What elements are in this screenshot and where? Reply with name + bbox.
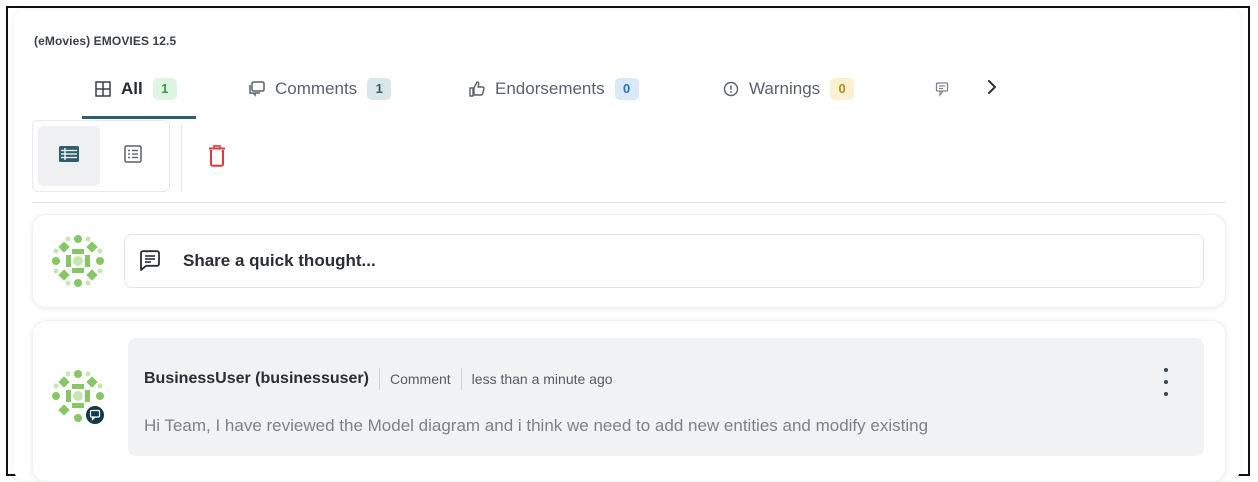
- section-divider: [32, 202, 1226, 203]
- tab-overflow[interactable]: [934, 70, 961, 108]
- activity-tabs: All 1 Comments 1 Endorsements 0 Warnings…: [0, 70, 1020, 120]
- tab-endorsements-count: 0: [614, 78, 639, 100]
- dot: [1164, 368, 1168, 372]
- comment-type: Comment: [389, 371, 451, 387]
- active-tab-indicator: [82, 116, 196, 119]
- grid-icon: [94, 80, 112, 98]
- current-user-avatar: [50, 233, 106, 289]
- toolbar-divider: [181, 124, 182, 192]
- quick-thought-input[interactable]: Share a quick thought...: [124, 234, 1204, 288]
- warning-icon: [722, 80, 740, 98]
- thumbs-up-icon: [468, 80, 486, 98]
- tab-endorsements[interactable]: Endorsements 0: [468, 70, 639, 108]
- tab-endorsements-label: Endorsements: [495, 79, 605, 98]
- compact-view-button[interactable]: [102, 126, 164, 186]
- comment-more-options-button[interactable]: [1158, 368, 1174, 396]
- tab-all-count: 1: [152, 78, 177, 100]
- tab-warnings-label: Warnings: [749, 79, 821, 98]
- tab-warnings[interactable]: Warnings 0: [722, 70, 855, 108]
- meta-separator: [378, 368, 380, 390]
- chevron-right-icon: [986, 79, 998, 100]
- tab-comments[interactable]: Comments 1: [248, 70, 392, 108]
- quick-thought-placeholder: Share a quick thought...: [183, 251, 376, 270]
- tab-all-label: All: [121, 79, 143, 98]
- dot: [1164, 380, 1168, 384]
- comment-body: BusinessUser (businessuser) Comment less…: [128, 338, 1204, 456]
- comment-author[interactable]: BusinessUser (businessuser): [144, 370, 369, 388]
- thumbs-down-icon: [934, 80, 952, 98]
- delete-button[interactable]: [195, 136, 239, 180]
- meta-separator: [460, 368, 462, 390]
- comment-time: less than a minute ago: [471, 371, 613, 387]
- tab-all[interactable]: All 1: [94, 70, 177, 108]
- comment-text: Hi Team, I have reviewed the Model diagr…: [144, 416, 929, 435]
- comment-type-icon: [84, 404, 106, 426]
- tab-comments-label: Comments: [275, 79, 358, 98]
- comment-meta: BusinessUser (businessuser) Comment less…: [144, 368, 613, 390]
- message-icon: [139, 250, 161, 272]
- list-view-button[interactable]: [38, 126, 100, 186]
- comments-icon: [248, 80, 266, 98]
- tab-comments-count: 1: [367, 78, 392, 100]
- tab-warnings-count: 0: [830, 78, 855, 100]
- entity-title: (eMovies) EMOVIES 12.5: [34, 34, 177, 48]
- trash-icon: [208, 144, 226, 172]
- list-view-icon: [58, 145, 80, 168]
- dot: [1164, 392, 1168, 396]
- compact-view-icon: [123, 144, 143, 169]
- tabs-scroll-right[interactable]: [986, 70, 998, 108]
